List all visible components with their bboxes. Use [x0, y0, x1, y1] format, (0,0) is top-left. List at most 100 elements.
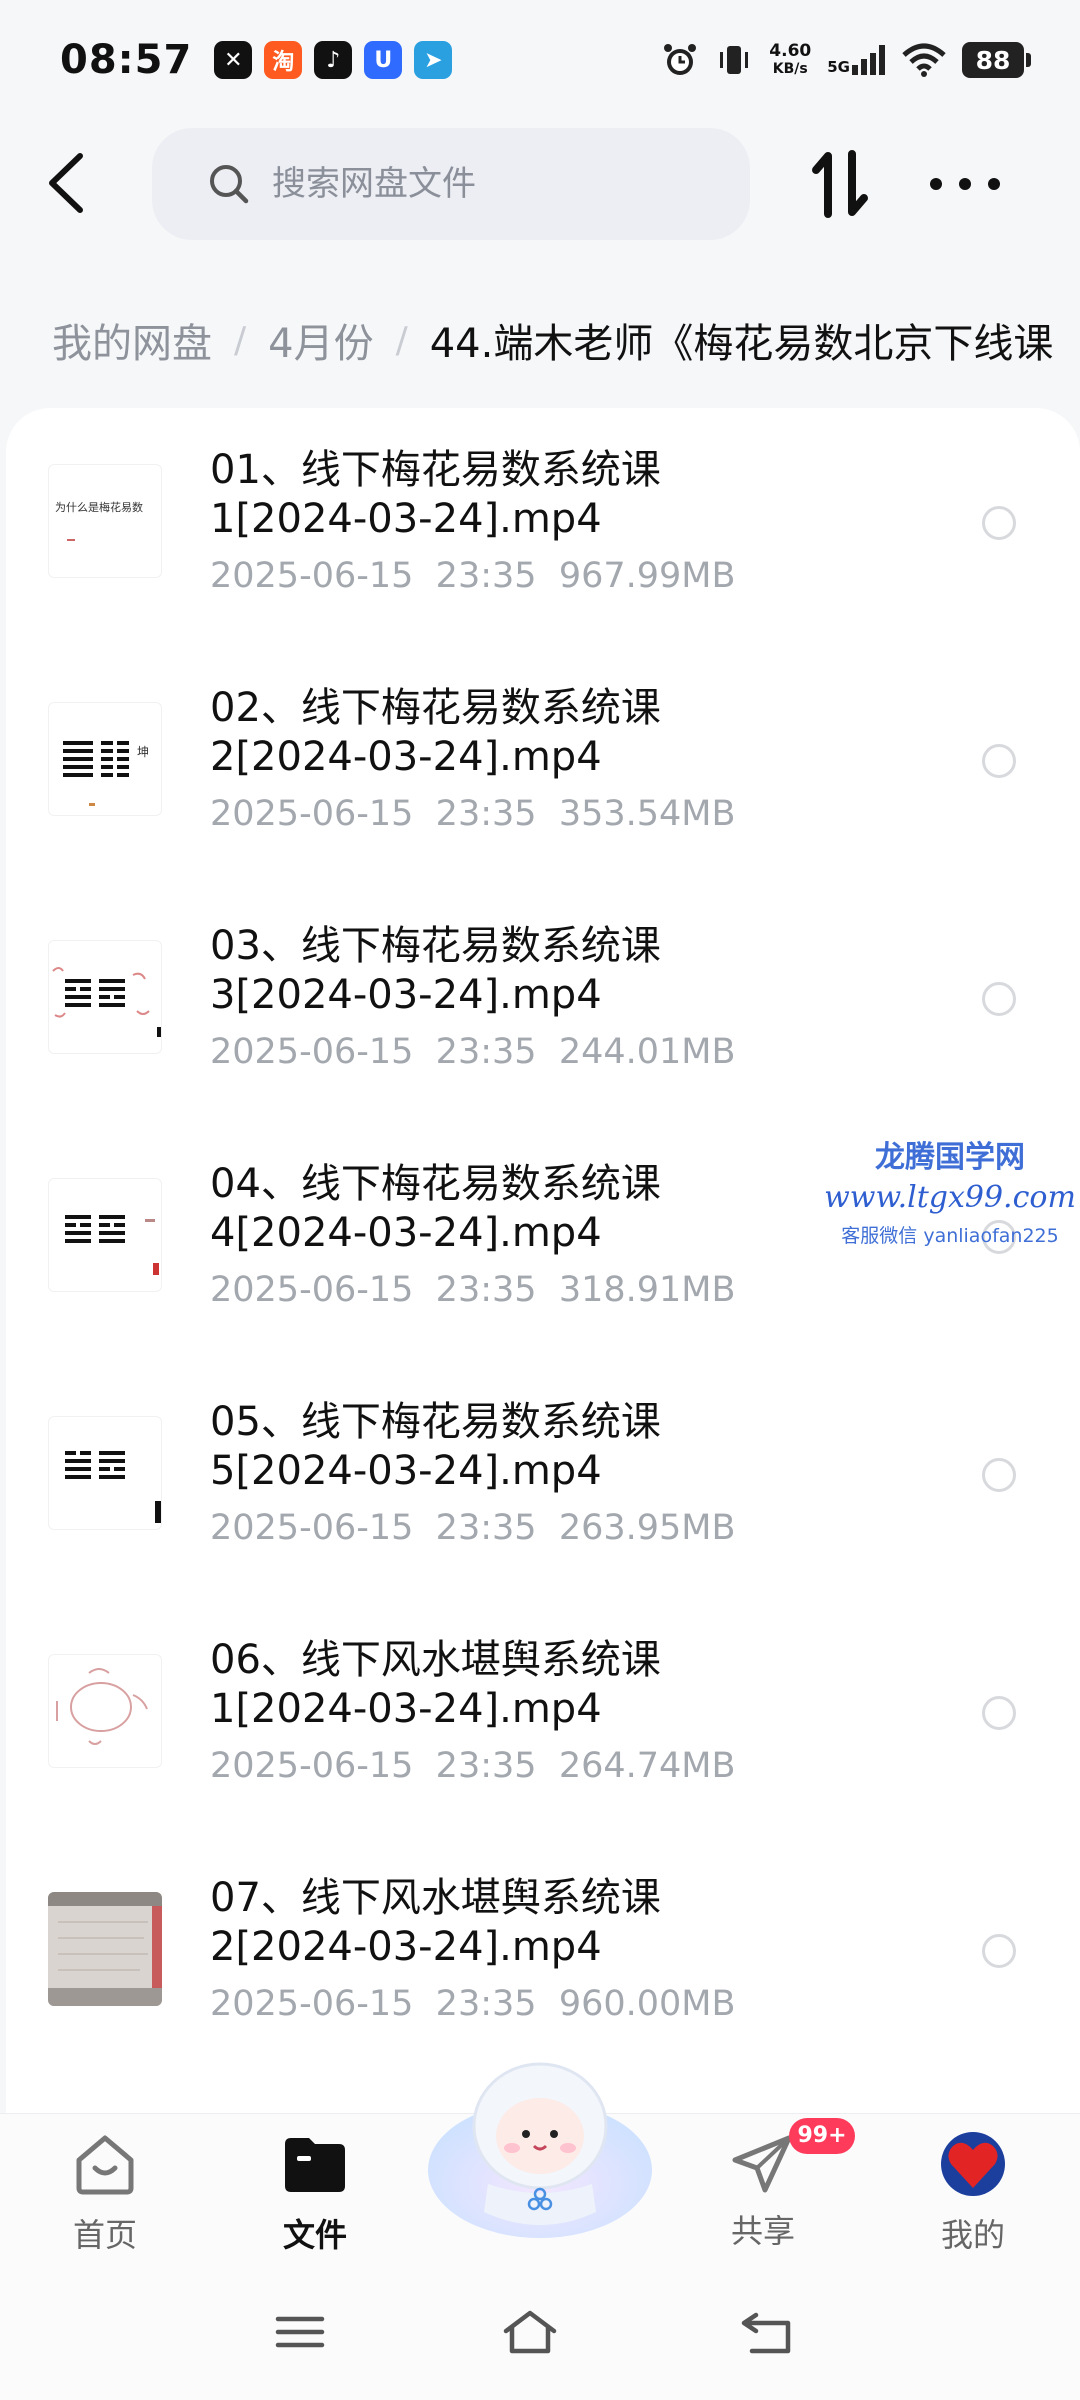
- nav-files[interactable]: 文件: [250, 2128, 380, 2258]
- alarm-icon: [664, 44, 697, 75]
- file-item[interactable]: 为什么是梅花易数 01、线下梅花易数系统课1[2024-03-24].mp4 2…: [6, 408, 1080, 646]
- file-time: 23:35: [435, 556, 537, 596]
- file-date: 2025-06-15: [210, 1032, 414, 1072]
- file-meta: 2025-06-15 23:35 318.91MB: [210, 1270, 830, 1310]
- file-name: 07、线下风水堪舆系统课2[2024-03-24].mp4: [210, 1875, 661, 1970]
- select-radio[interactable]: [982, 1696, 1016, 1730]
- file-size: 264.74MB: [558, 1746, 736, 1786]
- file-size: 318.91MB: [558, 1270, 736, 1310]
- search-icon: [210, 165, 249, 204]
- nav-share-label: 共享: [730, 2212, 795, 2250]
- home-icon: [76, 2135, 134, 2195]
- file-item[interactable]: 07、线下风水堪舆系统课2[2024-03-24].mp4 2025-06-15…: [6, 1836, 1080, 2074]
- file-name: 04、线下梅花易数系统课4[2024-03-24].mp4: [210, 1161, 661, 1256]
- nav-share[interactable]: 99+ 共享: [698, 2118, 855, 2258]
- sort-icon[interactable]: [808, 150, 872, 218]
- hexagram-thumbnail: [65, 1451, 161, 1523]
- file-time: 23:35: [435, 794, 537, 834]
- nav-home-label: 首页: [72, 2216, 137, 2254]
- file-item[interactable]: 坤 02、线下梅花易数系统课2[2024-03-24].mp4 2025-06-…: [6, 646, 1080, 884]
- breadcrumb-root[interactable]: 我的网盘: [52, 311, 212, 369]
- nav-home[interactable]: 首页: [40, 2128, 170, 2258]
- thumbnail-text: 坤: [137, 745, 150, 759]
- more-dot-icon: [930, 178, 942, 190]
- battery-indicator: 88: [962, 42, 1031, 78]
- select-radio[interactable]: [982, 506, 1016, 540]
- video-thumbnail: [48, 1654, 162, 1768]
- system-navigation-bar: [0, 2263, 1080, 2400]
- select-radio[interactable]: [982, 1934, 1016, 1968]
- breadcrumb: 我的网盘 / 4月份 / 44.端木老师《梅花易数北京下线课: [52, 300, 1080, 380]
- wifi-icon: [902, 43, 946, 77]
- file-name: 05、线下梅花易数系统课5[2024-03-24].mp4: [210, 1399, 661, 1494]
- shield-app-icon: U: [364, 41, 403, 79]
- video-thumbnail: [48, 1178, 162, 1292]
- file-list: 为什么是梅花易数 01、线下梅花易数系统课1[2024-03-24].mp4 2…: [6, 408, 1080, 2113]
- folder-icon: [285, 2138, 345, 2192]
- select-radio[interactable]: [982, 982, 1016, 1016]
- select-radio[interactable]: [982, 1458, 1016, 1492]
- app-notification-icon: ✕: [214, 41, 253, 79]
- watermark-contact: 客服微信 yanliaofan225: [841, 1225, 1059, 1247]
- more-options-button[interactable]: [930, 160, 1000, 208]
- video-thumbnail: 为什么是梅花易数: [48, 464, 162, 578]
- more-dot-icon: [988, 178, 1000, 190]
- video-thumbnail: 坤: [48, 702, 162, 816]
- file-item[interactable]: 03、线下梅花易数系统课3[2024-03-24].mp4 2025-06-15…: [6, 884, 1080, 1122]
- file-date: 2025-06-15: [210, 556, 414, 596]
- back-button[interactable]: [36, 150, 96, 216]
- share-badge: 99+: [789, 2118, 855, 2154]
- notification-icons: ✕ 淘 ♪ U ➤: [214, 41, 453, 79]
- nav-mine[interactable]: 我的: [908, 2128, 1038, 2258]
- search-input[interactable]: [272, 164, 692, 204]
- file-time: 23:35: [435, 1984, 537, 2024]
- file-size: 244.01MB: [558, 1032, 736, 1072]
- video-thumbnail: [48, 940, 162, 1054]
- select-radio[interactable]: [982, 744, 1016, 778]
- breadcrumb-level1[interactable]: 4月份: [268, 311, 373, 369]
- file-date: 2025-06-15: [210, 794, 414, 834]
- home-button-icon[interactable]: [500, 2307, 560, 2357]
- file-meta: 2025-06-15 23:35 244.01MB: [210, 1032, 830, 1072]
- photo-thumbnail: [48, 1892, 162, 2006]
- signal-icon: [852, 45, 885, 75]
- share-send-icon: [732, 2135, 792, 2193]
- file-date: 2025-06-15: [210, 1270, 414, 1310]
- telegram-icon: ➤: [414, 41, 453, 79]
- watermark: 龙腾国学网 www.ltgx99.com 客服微信 yanliaofan225: [820, 1132, 1080, 1248]
- more-dot-icon: [959, 178, 971, 190]
- breadcrumb-current: 44.端木老师《梅花易数北京下线课: [429, 321, 1054, 367]
- network-speed-unit: KB/s: [772, 61, 808, 77]
- search-bar[interactable]: [152, 128, 750, 240]
- back-nav-icon[interactable]: [738, 2307, 798, 2357]
- menu-icon[interactable]: [270, 2307, 330, 2357]
- nav-files-label: 文件: [282, 2216, 347, 2254]
- file-item[interactable]: 06、线下风水堪舆系统课1[2024-03-24].mp4 2025-06-15…: [6, 1598, 1080, 1836]
- file-time: 23:35: [435, 1270, 537, 1310]
- file-time: 23:35: [435, 1508, 537, 1548]
- watermark-title: 龙腾国学网: [875, 1140, 1025, 1175]
- network-speed: 4.60 KB/s: [769, 42, 811, 78]
- file-name: 03、线下梅花易数系统课3[2024-03-24].mp4: [210, 923, 661, 1018]
- file-meta: 2025-06-15 23:35 263.95MB: [210, 1508, 830, 1548]
- file-name: 06、线下风水堪舆系统课1[2024-03-24].mp4: [210, 1637, 661, 1732]
- file-size: 967.99MB: [558, 556, 736, 596]
- taobao-icon: 淘: [264, 41, 303, 79]
- file-meta: 2025-06-15 23:35 960.00MB: [210, 1984, 830, 2024]
- sketch-thumbnail: [56, 1668, 148, 1745]
- breadcrumb-separator: /: [395, 319, 408, 361]
- file-size: 960.00MB: [558, 1984, 736, 2024]
- file-name: 01、线下梅花易数系统课1[2024-03-24].mp4: [210, 447, 661, 542]
- mascot-assistant-button[interactable]: [422, 2052, 658, 2246]
- vibrate-icon: [720, 46, 749, 74]
- network-speed-value: 4.60: [769, 41, 812, 61]
- file-meta: 2025-06-15 23:35 353.54MB: [210, 794, 830, 834]
- watermark-url: www.ltgx99.com: [824, 1180, 1076, 1215]
- video-thumbnail: [48, 1416, 162, 1530]
- file-date: 2025-06-15: [210, 1984, 414, 2024]
- status-bar: 08:57 ✕ 淘 ♪ U ➤ 4.60 KB/s 5G 88: [0, 0, 1080, 120]
- file-name: 02、线下梅花易数系统课2[2024-03-24].mp4: [210, 685, 661, 780]
- hexagram-thumbnail: [52, 967, 161, 1037]
- file-item[interactable]: 05、线下梅花易数系统课5[2024-03-24].mp4 2025-06-15…: [6, 1360, 1080, 1598]
- avatar: [941, 2132, 1005, 2196]
